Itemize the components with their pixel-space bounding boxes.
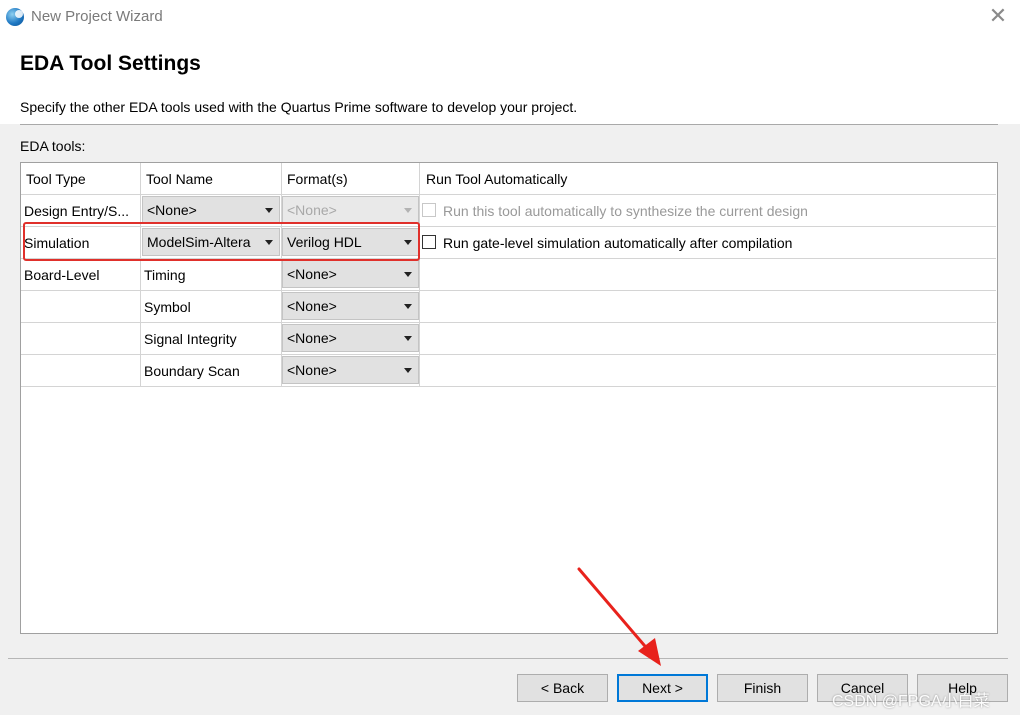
window-title: New Project Wizard bbox=[31, 8, 163, 25]
board-tool-name-cell: Boundary Scan bbox=[144, 363, 240, 379]
cancel-button[interactable]: Cancel bbox=[817, 674, 908, 702]
dropdown-value: ModelSim-Altera bbox=[147, 234, 251, 250]
tool-name-dropdown[interactable]: <None> bbox=[142, 196, 280, 224]
format-dropdown[interactable]: <None> bbox=[282, 260, 419, 288]
page-description: Specify the other EDA tools used with th… bbox=[20, 99, 578, 115]
format-dropdown[interactable]: <None> bbox=[282, 292, 419, 320]
dropdown-value: <None> bbox=[287, 298, 337, 314]
header-divider bbox=[20, 124, 998, 125]
grid-line bbox=[21, 226, 996, 227]
chevron-down-icon bbox=[404, 304, 412, 309]
tool-name-dropdown[interactable]: ModelSim-Altera bbox=[142, 228, 280, 256]
back-button[interactable]: < Back bbox=[517, 674, 608, 702]
chevron-down-icon bbox=[265, 240, 273, 245]
chevron-down-icon bbox=[404, 336, 412, 341]
format-dropdown[interactable]: <None> bbox=[282, 356, 419, 384]
grid-line bbox=[140, 163, 141, 386]
chevron-down-icon bbox=[404, 272, 412, 277]
help-button[interactable]: Help bbox=[917, 674, 1008, 702]
page-title: EDA Tool Settings bbox=[20, 52, 201, 75]
quartus-app-icon bbox=[6, 8, 24, 26]
board-tool-name-cell: Signal Integrity bbox=[144, 331, 237, 347]
footer-divider bbox=[8, 658, 1008, 659]
chevron-down-icon bbox=[404, 208, 412, 213]
dropdown-value: <None> bbox=[287, 266, 337, 282]
run-gate-level-sim-label[interactable]: Run gate-level simulation automatically … bbox=[443, 235, 792, 251]
column-header-formats[interactable]: Format(s) bbox=[287, 171, 348, 187]
dropdown-value: <None> bbox=[287, 330, 337, 346]
run-synthesis-checkbox bbox=[422, 203, 436, 217]
grid-line bbox=[21, 290, 996, 291]
tool-type-cell: Board-Level bbox=[24, 267, 100, 283]
grid-line bbox=[21, 194, 996, 195]
tool-type-cell: Simulation bbox=[24, 235, 90, 251]
format-dropdown[interactable]: Verilog HDL bbox=[282, 228, 419, 256]
grid-line bbox=[21, 322, 996, 323]
finish-button[interactable]: Finish bbox=[717, 674, 808, 702]
dropdown-value: <None> bbox=[287, 202, 337, 218]
grid-line bbox=[21, 258, 996, 259]
board-tool-name-cell: Timing bbox=[144, 267, 186, 283]
dropdown-value: <None> bbox=[147, 202, 197, 218]
dropdown-value: <None> bbox=[287, 362, 337, 378]
column-header-run-automatically[interactable]: Run Tool Automatically bbox=[426, 171, 567, 187]
run-gate-level-sim-checkbox[interactable] bbox=[422, 235, 436, 249]
chevron-down-icon bbox=[265, 208, 273, 213]
format-dropdown: <None> bbox=[282, 196, 419, 224]
column-header-tool-type[interactable]: Tool Type bbox=[26, 171, 86, 187]
tool-type-cell: Design Entry/S... bbox=[24, 203, 130, 219]
board-tool-name-cell: Symbol bbox=[144, 299, 191, 315]
grid-line bbox=[21, 386, 996, 387]
chevron-down-icon bbox=[404, 240, 412, 245]
grid-line bbox=[21, 354, 996, 355]
next-button[interactable]: Next > bbox=[617, 674, 708, 702]
chevron-down-icon bbox=[404, 368, 412, 373]
column-header-tool-name[interactable]: Tool Name bbox=[146, 171, 213, 187]
eda-tools-label: EDA tools: bbox=[20, 138, 86, 154]
dropdown-value: Verilog HDL bbox=[287, 234, 362, 250]
title-bar: New Project Wizard ✕ bbox=[0, 0, 1020, 34]
close-icon[interactable]: ✕ bbox=[986, 4, 1010, 28]
format-dropdown[interactable]: <None> bbox=[282, 324, 419, 352]
run-synthesis-label: Run this tool automatically to synthesiz… bbox=[443, 203, 808, 219]
grid-line bbox=[419, 163, 420, 386]
